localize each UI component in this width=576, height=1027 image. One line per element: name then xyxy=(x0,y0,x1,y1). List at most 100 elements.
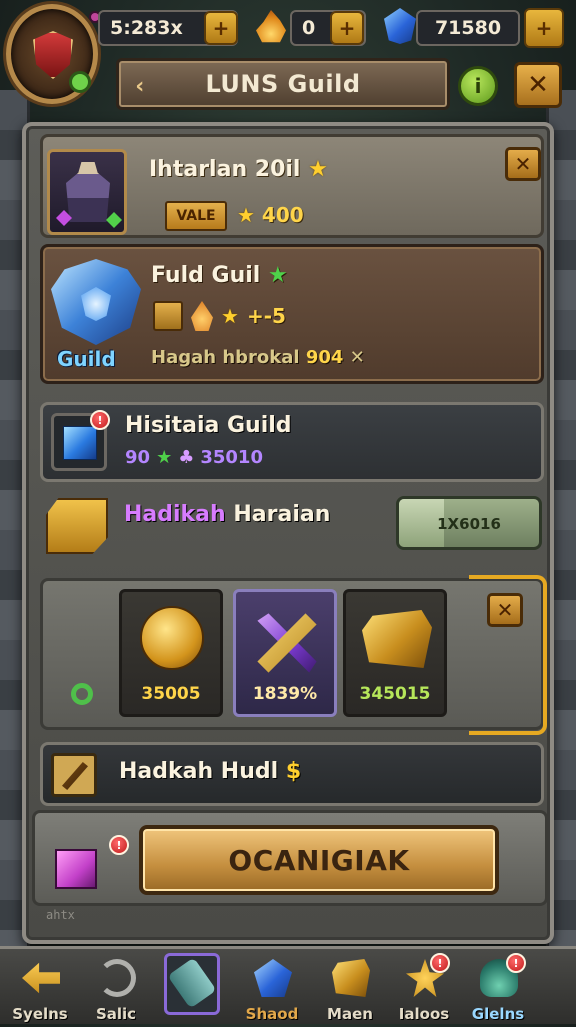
info-button[interactable]: i xyxy=(458,66,498,106)
notification-badge: ! xyxy=(506,953,526,973)
clover-icon: ♣ xyxy=(178,447,195,468)
hero-close-button[interactable]: ✕ xyxy=(505,147,541,181)
nav-item-maen[interactable]: Maen xyxy=(318,949,382,1027)
action-area: ! OCANIGIAK xyxy=(32,810,548,906)
guild-bonus-row: ★ +-5 xyxy=(153,301,286,331)
nav-item-active[interactable] xyxy=(160,949,224,1027)
nav-label: Shaod xyxy=(245,1005,299,1023)
nav-label: Maen xyxy=(327,1005,373,1023)
crest-gem-icon xyxy=(81,287,111,321)
nav-label: Salic xyxy=(95,1005,137,1023)
arrow-icon xyxy=(22,962,60,994)
star-icon: ★ xyxy=(221,304,239,328)
nav-item-ialoos[interactable]: ! Ialoos xyxy=(392,949,456,1027)
box-icon xyxy=(332,959,370,997)
guild-title: Fuld Guil ★ xyxy=(151,263,288,288)
guild-title-banner: ‹ LUNS Guild xyxy=(116,58,450,110)
rewards-card: 35005 1839% 345015 ✕ xyxy=(40,575,547,735)
notification-badge: ! xyxy=(430,953,450,973)
guild-crest-label: Guild xyxy=(57,347,116,371)
progress-text: 1X6016 xyxy=(437,515,501,533)
green-gem-icon xyxy=(106,212,122,228)
shop-icon-box: ! xyxy=(51,410,110,471)
quest-title-rest: Haraian xyxy=(233,502,331,527)
top-bar: 5:283x + 0 + 71580 + ‹ LUNS Guild i ✕ xyxy=(0,0,576,110)
green-star-icon: ★ xyxy=(156,447,173,468)
sword-slot-icon xyxy=(51,753,97,797)
gem-icon xyxy=(254,959,292,997)
chest-icon xyxy=(46,498,108,554)
hero-stat: ★ 400 xyxy=(237,203,304,227)
guild-card[interactable]: Guild Fuld Guil ★ ★ +-5 Hagah hbrokal 90… xyxy=(40,244,544,384)
coin-icon: $ xyxy=(285,759,302,784)
gold-sword-icon xyxy=(257,613,317,673)
star-icon: ★ xyxy=(308,157,328,182)
pink-cube-icon[interactable] xyxy=(55,849,97,889)
shop-stats-row: 90 ★ ♣ 35010 xyxy=(125,447,263,468)
quest-title: Hadikah Haraian xyxy=(124,502,330,527)
gold-crate-icon xyxy=(362,610,432,668)
gold-egg-icon xyxy=(140,606,204,670)
guild-crest-icon xyxy=(51,259,141,345)
house-icon xyxy=(153,301,183,331)
reward-slot-3[interactable]: 345015 xyxy=(343,589,447,717)
guild-panel: Ihtarlan 20il ★ VALE ★ 400 ✕ Guild Fuld … xyxy=(22,122,554,944)
guild-bonus-value: +-5 xyxy=(246,304,286,328)
nav-label: Syelns xyxy=(12,1005,68,1023)
footer-note: ahtx xyxy=(46,908,75,922)
quest-progress-bar: 1X6016 xyxy=(396,496,542,550)
close-button[interactable]: ✕ xyxy=(514,62,562,108)
hero-name-text: Ihtarlan 20il xyxy=(149,157,301,182)
hud-card[interactable]: Hadkah Hudl $ xyxy=(40,742,544,806)
quest-row[interactable]: Hadikah Haraian 1X6016 xyxy=(40,488,544,568)
nav-item-glelns[interactable]: ! Glelns xyxy=(466,949,530,1027)
add-resource-3-button[interactable]: + xyxy=(524,8,564,48)
star-icon: ★ xyxy=(237,203,255,227)
guild-motto: Hagah hbrokal 904 ✕ xyxy=(151,347,365,368)
nav-item-salic[interactable]: Salic xyxy=(84,949,148,1027)
cross-icon: ✕ xyxy=(349,347,365,368)
flame-icon xyxy=(256,10,286,43)
primary-action-button[interactable]: OCANIGIAK xyxy=(139,825,499,895)
nav-label: Ialoos xyxy=(398,1005,450,1023)
resource-3-value: 71580 xyxy=(434,17,502,39)
page-title: LUNS Guild xyxy=(205,70,361,98)
shop-guild-card[interactable]: ! Hisitaia Guild 90 ★ ♣ 35010 xyxy=(40,402,544,482)
reward-label-1: 35005 xyxy=(141,684,201,704)
reward-slot-1[interactable]: 35005 xyxy=(119,589,223,717)
add-resource-1-button[interactable]: + xyxy=(204,11,238,45)
hero-stat-value: 400 xyxy=(261,203,304,227)
hook-icon xyxy=(98,959,136,997)
hero-portrait[interactable] xyxy=(47,149,127,235)
reward-label-3: 345015 xyxy=(359,684,431,704)
value-tag: VALE xyxy=(165,201,227,231)
nav-label: Glelns xyxy=(471,1005,525,1023)
blue-gem-icon xyxy=(384,8,416,44)
player-avatar[interactable] xyxy=(6,4,101,104)
reward-slot-2[interactable]: 1839% xyxy=(233,589,337,717)
hud-title: Hadkah Hudl $ xyxy=(119,759,301,784)
blue-cube-icon xyxy=(63,426,97,460)
hero-card[interactable]: Ihtarlan 20il ★ VALE ★ 400 ✕ xyxy=(40,134,544,238)
resource-pill-3: 71580 xyxy=(416,10,520,46)
nav-item-shaod[interactable]: Shaod xyxy=(240,949,304,1027)
notification-badge: ! xyxy=(90,410,110,430)
green-ring-icon xyxy=(71,683,93,705)
add-resource-2-button[interactable]: + xyxy=(330,11,364,45)
guild-motto-number: 904 xyxy=(305,347,344,368)
resource-2-value: 0 xyxy=(302,17,316,39)
guild-title-text: Fuld Guil xyxy=(151,263,261,288)
nav-item-syelns[interactable]: Syelns xyxy=(8,949,72,1027)
level-badge xyxy=(69,71,91,93)
rewards-close-button[interactable]: ✕ xyxy=(487,593,523,627)
quest-title-highlight: Hadikah xyxy=(124,502,226,527)
hud-title-text: Hadkah Hudl xyxy=(119,759,279,784)
resource-1-label: 5:283x xyxy=(110,17,183,39)
shop-count: 35010 xyxy=(200,447,263,468)
flame-drop-icon xyxy=(191,301,213,331)
shield-icon xyxy=(33,31,73,79)
chevron-left-icon[interactable]: ‹ xyxy=(127,73,153,99)
reward-label-2: 1839% xyxy=(252,684,318,704)
knight-icon xyxy=(66,162,110,222)
bottom-nav: Syelns Salic Shaod Maen ! Ialoos ! Gleln… xyxy=(0,946,576,1024)
